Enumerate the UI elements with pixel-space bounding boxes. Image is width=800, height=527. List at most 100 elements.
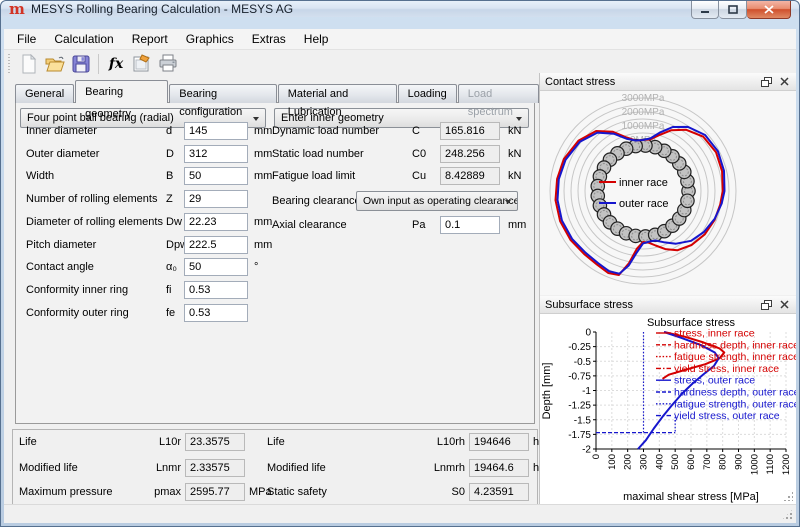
function-fx-icon[interactable]: fx <box>104 53 128 75</box>
result-symbol: L10rh <box>405 433 465 451</box>
form-right-row-1: Static load numberC0248.256kN <box>16 145 534 163</box>
x-tick-label: 400 <box>654 454 665 470</box>
dock-area: Contact stress 0MPa1000MPa2000MPa3000MPa… <box>539 73 796 504</box>
subsurface-stress-chart: 0-0.25-0.5-0.75-1-1.25-1.5-1.75-20100200… <box>540 314 796 504</box>
legend-label: fatigue strength, inner race <box>674 351 796 363</box>
bearing-clearance-row: Bearing clearanceOwn input as operating … <box>16 192 534 210</box>
new-file-icon[interactable] <box>17 53 41 75</box>
axial-clearance-row: Axial clearance Pa 0.1 mm <box>16 216 534 234</box>
tab-bearing-geometry[interactable]: Bearing geometry <box>75 80 168 103</box>
form-right-row-0-field: 165.816 <box>440 122 500 140</box>
tab-loading[interactable]: Loading <box>398 84 457 103</box>
form-left-row-7-field[interactable]: 0.53 <box>184 281 248 299</box>
close-panel-icon <box>780 300 789 309</box>
report-preview-icon[interactable] <box>130 53 154 75</box>
form-left-row-8-field[interactable]: 0.53 <box>184 304 248 322</box>
close-button[interactable] <box>747 1 791 19</box>
x-tick-label: 100 <box>607 454 618 470</box>
menu-item-calculation[interactable]: Calculation <box>45 29 122 49</box>
form-left-row-6-label: Contact angle <box>26 258 94 276</box>
mesys-logo-icon: m <box>9 1 27 17</box>
form-left-row-5: Pitch diameterDpw222.5mm <box>16 236 534 254</box>
result-label: Static safety <box>267 483 327 501</box>
menu-item-report[interactable]: Report <box>123 29 177 49</box>
y-tick-label: -1 <box>582 386 591 397</box>
form-left-row-6-field[interactable]: 50 <box>184 258 248 276</box>
y-tick-label: 0 <box>585 328 591 339</box>
float-panel-button[interactable] <box>759 76 773 88</box>
window-resize-grip[interactable] <box>781 508 794 521</box>
legend-label: outer race <box>619 198 669 210</box>
menu-item-help[interactable]: Help <box>295 29 338 49</box>
menu-item-extras[interactable]: Extras <box>243 29 295 49</box>
y-tick-label: -1.25 <box>568 401 591 412</box>
client-area: FileCalculationReportGraphicsExtrasHelp … <box>4 29 796 523</box>
form-left-row-6-symbol: α₀ <box>166 258 177 276</box>
form-right-row-2-symbol: Cu <box>412 167 426 185</box>
contact-stress-titlebar[interactable]: Contact stress <box>540 73 796 91</box>
form-left-row-8-label: Conformity outer ring <box>26 304 129 322</box>
subsurface-stress-titlebar[interactable]: Subsurface stress <box>540 296 796 314</box>
tab-material-and-lubrication[interactable]: Material and Lubrication <box>278 84 397 103</box>
result-field: 4.23591 <box>469 483 529 501</box>
form-left-row-6-unit: ° <box>254 258 258 276</box>
close-icon <box>764 5 774 14</box>
form-right-row-2-field: 8.42889 <box>440 167 500 185</box>
close-panel-button[interactable] <box>777 299 791 311</box>
print-icon[interactable] <box>156 53 180 75</box>
contact-stress-title: Contact stress <box>545 76 755 88</box>
y-tick-label: -0.25 <box>568 342 591 353</box>
x-tick-label: 300 <box>639 454 650 470</box>
open-file-icon[interactable] <box>43 53 67 75</box>
y-tick-label: -2 <box>582 445 591 456</box>
x-axis-title: maximal shear stress [MPa] <box>623 491 759 503</box>
axial-clearance-row-field[interactable]: 0.1 <box>440 216 500 234</box>
form-right-row-1-symbol: C0 <box>412 145 426 163</box>
x-tick-label: 600 <box>686 454 697 470</box>
form-left-row-7-symbol: fi <box>166 281 172 299</box>
tab-bearing-configuration[interactable]: Bearing configuration <box>169 84 277 103</box>
close-panel-button[interactable] <box>777 76 791 88</box>
x-tick-label: 1200 <box>781 454 792 475</box>
form-right-row-0-unit: kN <box>508 122 521 140</box>
menu-item-graphics[interactable]: Graphics <box>177 29 243 49</box>
maximize-button[interactable] <box>719 1 747 19</box>
result-row-1-1: Modified lifeLnmrh19464.6h <box>13 459 537 477</box>
x-tick-label: 1000 <box>749 454 760 475</box>
toolbar-grip[interactable] <box>7 54 12 74</box>
polar-ring-label: 1000MPa <box>622 121 665 132</box>
polar-ring-label: 3000MPa <box>622 93 665 104</box>
result-field: 19464.6 <box>469 459 529 477</box>
save-file-icon[interactable] <box>69 53 93 75</box>
polar-ring-label: 2000MPa <box>622 107 665 118</box>
result-symbol: S0 <box>405 483 465 501</box>
float-panel-button[interactable] <box>759 299 773 311</box>
title-bar[interactable]: m MESYS Rolling Bearing Calculation - ME… <box>1 1 799 17</box>
result-row-2-1: Static safety S04.23591 <box>13 483 537 501</box>
app-window: m MESYS Rolling Bearing Calculation - ME… <box>0 0 800 527</box>
result-symbol: Lnmrh <box>405 459 465 477</box>
x-tick-label: 200 <box>623 454 634 470</box>
axial-clearance-row-label: Axial clearance <box>272 216 347 234</box>
x-tick-label: 1100 <box>765 454 776 474</box>
axial-clearance-row-unit: mm <box>508 216 526 234</box>
minimize-button[interactable] <box>691 1 719 19</box>
legend-label: stress, inner race <box>674 328 755 340</box>
legend-label: stress, outer race <box>674 375 755 387</box>
bearing-clearance-select[interactable]: Own input as operating clearance <box>356 191 518 211</box>
menu-item-file[interactable]: File <box>8 29 45 49</box>
calculation-workarea: GeneralBearing geometryBearing configura… <box>10 77 540 506</box>
window-title: MESYS Rolling Bearing Calculation - MESY… <box>31 2 293 16</box>
maximize-icon <box>728 5 738 14</box>
form-right-row-2: Fatigue load limitCu8.42889kN <box>16 167 534 185</box>
form-left-row-7-label: Conformity inner ring <box>26 281 128 299</box>
toolbar-separator <box>98 54 99 74</box>
form-left-row-5-field[interactable]: 222.5 <box>184 236 248 254</box>
close-panel-icon <box>780 77 789 86</box>
x-tick-label: 500 <box>670 454 681 470</box>
tab-load-spectrum: Load spectrum <box>458 84 539 103</box>
form-left-row-8-symbol: fe <box>166 304 175 322</box>
axial-clearance-row-symbol: Pa <box>412 216 425 234</box>
form-left-row-8: Conformity outer ring fe 0.53 <box>16 304 534 322</box>
tab-general[interactable]: General <box>15 84 74 103</box>
